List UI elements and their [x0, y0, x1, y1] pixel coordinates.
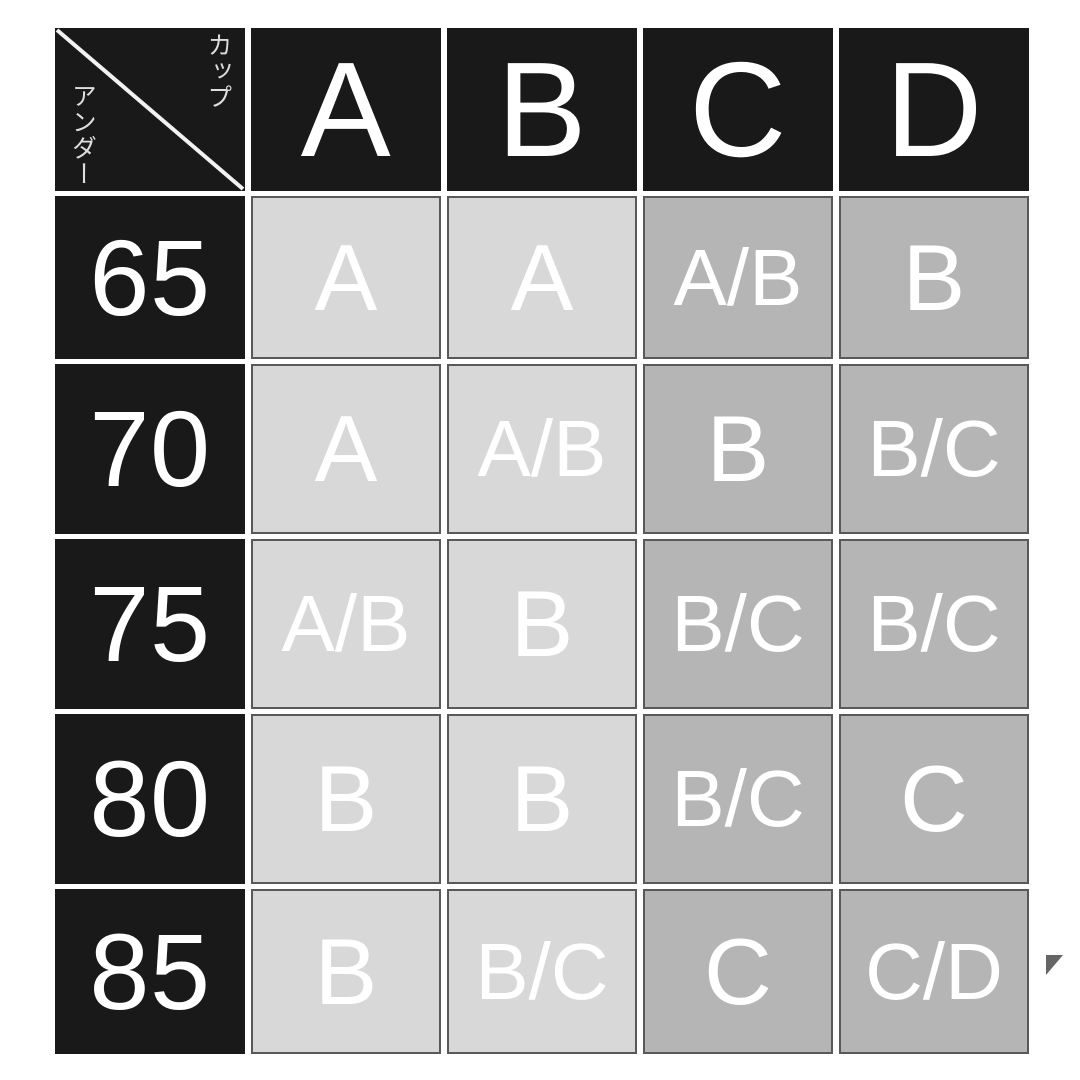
cell-65-a-value: A — [314, 224, 378, 330]
column-header-b-label: B — [496, 34, 588, 185]
cell-65-d: B — [839, 196, 1029, 359]
cell-70-c: B — [643, 364, 833, 534]
cell-80-d-value: C — [900, 746, 968, 851]
cell-70-a: A — [251, 364, 441, 534]
column-header-d: D — [839, 28, 1029, 191]
cell-85-b-value: B/C — [475, 926, 609, 1016]
row-header-70-label: 70 — [89, 388, 211, 509]
cell-65-b-value: A — [510, 224, 574, 330]
row-header-85: 85 — [55, 889, 245, 1054]
cell-65-c-value: A/B — [673, 232, 803, 322]
cell-80-a: B — [251, 714, 441, 884]
cell-75-c: B/C — [643, 539, 833, 709]
row-header-65: 65 — [55, 196, 245, 359]
row-header-80: 80 — [55, 714, 245, 884]
cell-75-d-value: B/C — [867, 579, 1001, 668]
corner-axis-cell: カップ アンダー — [55, 28, 245, 191]
column-header-c: C — [643, 28, 833, 191]
cell-80-a-value: B — [314, 746, 378, 851]
cell-85-a: B — [251, 889, 441, 1054]
column-header-a: A — [251, 28, 441, 191]
column-header-b: B — [447, 28, 637, 191]
cell-65-d-value: B — [902, 224, 966, 330]
row-header-75-label: 75 — [89, 563, 211, 684]
cell-85-d-value: C/D — [865, 926, 1003, 1016]
cell-75-b-value: B — [510, 571, 574, 676]
under-axis-label: アンダー — [68, 83, 97, 187]
cell-75-b: B — [447, 539, 637, 709]
cell-80-c-value: B/C — [671, 754, 805, 843]
cell-80-b: B — [447, 714, 637, 884]
cup-axis-label: カップ — [204, 32, 232, 110]
cell-85-b: B/C — [447, 889, 637, 1054]
column-header-d-label: D — [885, 34, 983, 185]
cell-75-a-value: A/B — [281, 579, 411, 668]
cell-65-a: A — [251, 196, 441, 359]
cell-85-c: C — [643, 889, 833, 1054]
cell-85-d: C/D — [839, 889, 1029, 1054]
cell-75-c-value: B/C — [671, 579, 805, 668]
cell-85-a-value: B — [314, 918, 378, 1024]
cell-70-c-value: B — [706, 396, 770, 501]
cell-70-d: B/C — [839, 364, 1029, 534]
row-header-85-label: 85 — [89, 910, 211, 1032]
cell-80-d: C — [839, 714, 1029, 884]
cell-75-d: B/C — [839, 539, 1029, 709]
cursor-arrow-icon — [1046, 955, 1063, 975]
cell-70-a-value: A — [314, 396, 378, 501]
size-chart-table: カップ アンダー A B C D 65 A A A/B B 70 A A/B B… — [55, 28, 1029, 1054]
column-header-a-label: A — [300, 34, 392, 185]
cell-80-c: B/C — [643, 714, 833, 884]
cell-75-a: A/B — [251, 539, 441, 709]
cell-70-b-value: A/B — [477, 404, 607, 493]
cell-70-d-value: B/C — [867, 404, 1001, 493]
cell-85-c-value: C — [704, 918, 772, 1024]
row-header-70: 70 — [55, 364, 245, 534]
row-header-65-label: 65 — [89, 216, 211, 338]
column-header-c-label: C — [689, 34, 787, 185]
cell-80-b-value: B — [510, 746, 574, 851]
cell-65-b: A — [447, 196, 637, 359]
row-header-80-label: 80 — [89, 738, 211, 859]
row-header-75: 75 — [55, 539, 245, 709]
cell-70-b: A/B — [447, 364, 637, 534]
cell-65-c: A/B — [643, 196, 833, 359]
